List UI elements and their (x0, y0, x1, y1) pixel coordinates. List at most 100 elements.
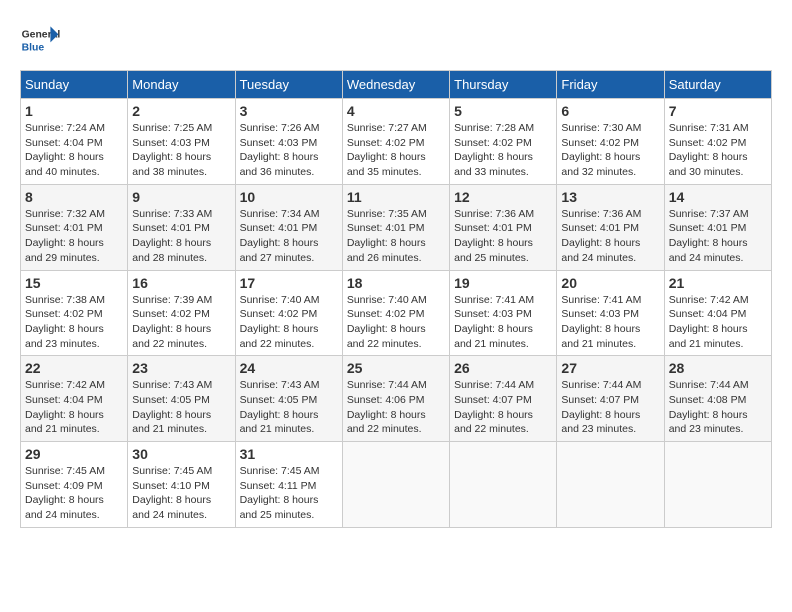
day-info: Sunrise: 7:45 AMSunset: 4:11 PMDaylight:… (240, 464, 338, 523)
calendar-cell (450, 442, 557, 528)
day-number: 20 (561, 275, 659, 291)
day-number: 29 (25, 446, 123, 462)
calendar-cell: 19 Sunrise: 7:41 AMSunset: 4:03 PMDayligh… (450, 270, 557, 356)
day-number: 18 (347, 275, 445, 291)
calendar-cell: 15 Sunrise: 7:38 AMSunset: 4:02 PMDayligh… (21, 270, 128, 356)
calendar-cell: 25Sunrise: 7:44 AMSunset: 4:06 PMDayligh… (342, 356, 449, 442)
day-info: Sunrise: 7:35 AMSunset: 4:01 PMDaylight:… (347, 207, 445, 266)
day-number: 27 (561, 360, 659, 376)
day-number: 12 (454, 189, 552, 205)
column-header-monday: Monday (128, 71, 235, 99)
calendar-cell: 8 Sunrise: 7:32 AMSunset: 4:01 PMDaylight… (21, 184, 128, 270)
day-info: Sunrise: 7:44 AMSunset: 4:07 PMDaylight:… (561, 378, 659, 437)
day-number: 16 (132, 275, 230, 291)
day-info: Sunrise: 7:34 AMSunset: 4:01 PMDaylight:… (240, 207, 338, 266)
calendar-cell: 29 Sunrise: 7:45 AMSunset: 4:09 PMDayligh… (21, 442, 128, 528)
calendar-cell: 24Sunrise: 7:43 AMSunset: 4:05 PMDayligh… (235, 356, 342, 442)
day-info: Sunrise: 7:31 AMSunset: 4:02 PMDaylight:… (669, 121, 767, 180)
calendar-cell: 14 Sunrise: 7:37 AMSunset: 4:01 PMDayligh… (664, 184, 771, 270)
day-info: Sunrise: 7:32 AMSunset: 4:01 PMDaylight:… (25, 207, 123, 266)
column-header-thursday: Thursday (450, 71, 557, 99)
day-info: Sunrise: 7:26 AMSunset: 4:03 PMDaylight:… (240, 121, 338, 180)
calendar-week-row: 22Sunrise: 7:42 AMSunset: 4:04 PMDayligh… (21, 356, 772, 442)
day-number: 24 (240, 360, 338, 376)
calendar-cell: 20 Sunrise: 7:41 AMSunset: 4:03 PMDayligh… (557, 270, 664, 356)
calendar-cell: 10 Sunrise: 7:34 AMSunset: 4:01 PMDayligh… (235, 184, 342, 270)
day-number: 11 (347, 189, 445, 205)
calendar-header-row: SundayMondayTuesdayWednesdayThursdayFrid… (21, 71, 772, 99)
day-info: Sunrise: 7:24 AMSunset: 4:04 PMDaylight:… (25, 121, 123, 180)
page-header: General Blue (20, 20, 772, 60)
calendar-cell: 27 Sunrise: 7:44 AMSunset: 4:07 PMDayligh… (557, 356, 664, 442)
calendar-cell: 5 Sunrise: 7:28 AMSunset: 4:02 PMDaylight… (450, 99, 557, 185)
day-info: Sunrise: 7:44 AMSunset: 4:06 PMDaylight:… (347, 378, 445, 437)
day-number: 21 (669, 275, 767, 291)
day-number: 9 (132, 189, 230, 205)
calendar-cell: 30Sunrise: 7:45 AMSunset: 4:10 PMDayligh… (128, 442, 235, 528)
day-number: 23 (132, 360, 230, 376)
calendar-cell: 3 Sunrise: 7:26 AMSunset: 4:03 PMDaylight… (235, 99, 342, 185)
calendar-cell: 7 Sunrise: 7:31 AMSunset: 4:02 PMDaylight… (664, 99, 771, 185)
day-info: Sunrise: 7:33 AMSunset: 4:01 PMDaylight:… (132, 207, 230, 266)
calendar-cell: 1 Sunrise: 7:24 AMSunset: 4:04 PMDaylight… (21, 99, 128, 185)
day-number: 3 (240, 103, 338, 119)
day-number: 14 (669, 189, 767, 205)
column-header-tuesday: Tuesday (235, 71, 342, 99)
day-info: Sunrise: 7:36 AMSunset: 4:01 PMDaylight:… (561, 207, 659, 266)
day-info: Sunrise: 7:28 AMSunset: 4:02 PMDaylight:… (454, 121, 552, 180)
day-info: Sunrise: 7:41 AMSunset: 4:03 PMDaylight:… (561, 293, 659, 352)
day-info: Sunrise: 7:45 AMSunset: 4:10 PMDaylight:… (132, 464, 230, 523)
calendar-cell: 23 Sunrise: 7:43 AMSunset: 4:05 PMDayligh… (128, 356, 235, 442)
day-number: 8 (25, 189, 123, 205)
column-header-sunday: Sunday (21, 71, 128, 99)
day-number: 7 (669, 103, 767, 119)
logo: General Blue (20, 20, 64, 60)
day-info: Sunrise: 7:25 AMSunset: 4:03 PMDaylight:… (132, 121, 230, 180)
calendar-cell: 26Sunrise: 7:44 AMSunset: 4:07 PMDayligh… (450, 356, 557, 442)
day-info: Sunrise: 7:27 AMSunset: 4:02 PMDaylight:… (347, 121, 445, 180)
calendar-cell: 12 Sunrise: 7:36 AMSunset: 4:01 PMDayligh… (450, 184, 557, 270)
day-number: 5 (454, 103, 552, 119)
day-number: 2 (132, 103, 230, 119)
day-number: 28 (669, 360, 767, 376)
calendar-cell: 28 Sunrise: 7:44 AMSunset: 4:08 PMDayligh… (664, 356, 771, 442)
day-number: 22 (25, 360, 123, 376)
calendar-cell: 16 Sunrise: 7:39 AMSunset: 4:02 PMDayligh… (128, 270, 235, 356)
day-info: Sunrise: 7:40 AMSunset: 4:02 PMDaylight:… (347, 293, 445, 352)
logo-icon: General Blue (20, 20, 60, 60)
day-number: 10 (240, 189, 338, 205)
calendar-table: SundayMondayTuesdayWednesdayThursdayFrid… (20, 70, 772, 528)
calendar-cell (557, 442, 664, 528)
calendar-week-row: 29 Sunrise: 7:45 AMSunset: 4:09 PMDayligh… (21, 442, 772, 528)
calendar-cell: 17Sunrise: 7:40 AMSunset: 4:02 PMDayligh… (235, 270, 342, 356)
day-number: 1 (25, 103, 123, 119)
svg-text:Blue: Blue (22, 42, 45, 53)
calendar-cell: 9 Sunrise: 7:33 AMSunset: 4:01 PMDaylight… (128, 184, 235, 270)
day-info: Sunrise: 7:36 AMSunset: 4:01 PMDaylight:… (454, 207, 552, 266)
calendar-cell: 13 Sunrise: 7:36 AMSunset: 4:01 PMDayligh… (557, 184, 664, 270)
day-info: Sunrise: 7:45 AMSunset: 4:09 PMDaylight:… (25, 464, 123, 523)
calendar-week-row: 1 Sunrise: 7:24 AMSunset: 4:04 PMDaylight… (21, 99, 772, 185)
calendar-week-row: 15 Sunrise: 7:38 AMSunset: 4:02 PMDayligh… (21, 270, 772, 356)
column-header-wednesday: Wednesday (342, 71, 449, 99)
column-header-saturday: Saturday (664, 71, 771, 99)
calendar-week-row: 8 Sunrise: 7:32 AMSunset: 4:01 PMDaylight… (21, 184, 772, 270)
day-info: Sunrise: 7:40 AMSunset: 4:02 PMDaylight:… (240, 293, 338, 352)
calendar-cell: 6Sunrise: 7:30 AMSunset: 4:02 PMDaylight… (557, 99, 664, 185)
day-info: Sunrise: 7:44 AMSunset: 4:07 PMDaylight:… (454, 378, 552, 437)
day-info: Sunrise: 7:39 AMSunset: 4:02 PMDaylight:… (132, 293, 230, 352)
day-number: 4 (347, 103, 445, 119)
day-number: 13 (561, 189, 659, 205)
day-info: Sunrise: 7:42 AMSunset: 4:04 PMDaylight:… (669, 293, 767, 352)
day-number: 31 (240, 446, 338, 462)
day-info: Sunrise: 7:43 AMSunset: 4:05 PMDaylight:… (132, 378, 230, 437)
calendar-cell: 2 Sunrise: 7:25 AMSunset: 4:03 PMDaylight… (128, 99, 235, 185)
day-info: Sunrise: 7:38 AMSunset: 4:02 PMDaylight:… (25, 293, 123, 352)
day-info: Sunrise: 7:37 AMSunset: 4:01 PMDaylight:… (669, 207, 767, 266)
calendar-cell: 4 Sunrise: 7:27 AMSunset: 4:02 PMDaylight… (342, 99, 449, 185)
day-number: 19 (454, 275, 552, 291)
day-number: 15 (25, 275, 123, 291)
day-info: Sunrise: 7:41 AMSunset: 4:03 PMDaylight:… (454, 293, 552, 352)
day-info: Sunrise: 7:44 AMSunset: 4:08 PMDaylight:… (669, 378, 767, 437)
day-info: Sunrise: 7:30 AMSunset: 4:02 PMDaylight:… (561, 121, 659, 180)
